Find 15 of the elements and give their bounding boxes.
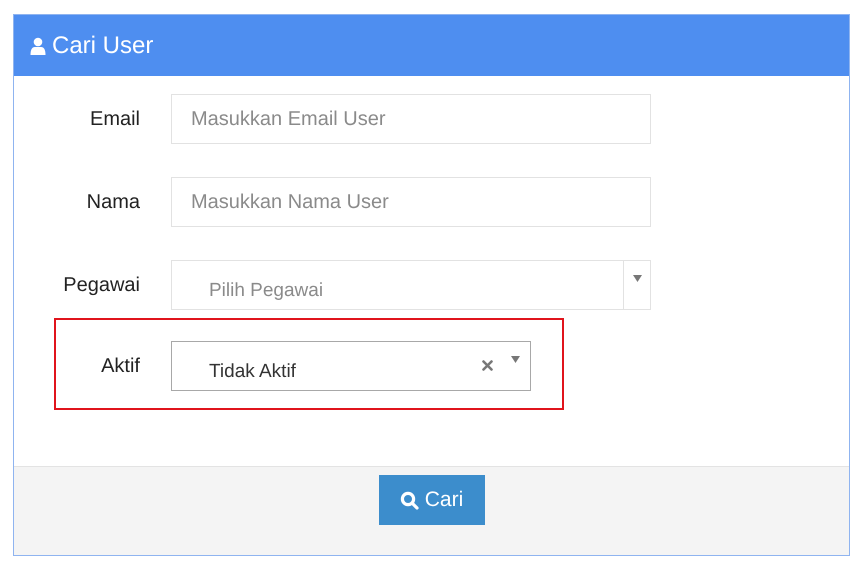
text-field[interactable]: Masukkan Nama User [171,177,651,227]
select-field[interactable]: Tidak Aktif [171,341,531,391]
field-label: Nama [86,190,140,215]
caret-icon [632,275,642,282]
search-icon [400,490,419,510]
caret-icon [511,356,520,363]
field-label: Email [88,107,140,132]
field-label: Pegawai [62,273,140,298]
clear-icon[interactable] [482,360,493,371]
select-field[interactable]: Pilih Pegawai [171,260,651,310]
user-icon [30,36,46,54]
text-field[interactable]: Masukkan Email User [171,94,651,144]
field-label: Aktif [100,354,140,379]
search-button[interactable]: Cari [378,475,484,525]
panel-title: Cari User [52,30,154,60]
